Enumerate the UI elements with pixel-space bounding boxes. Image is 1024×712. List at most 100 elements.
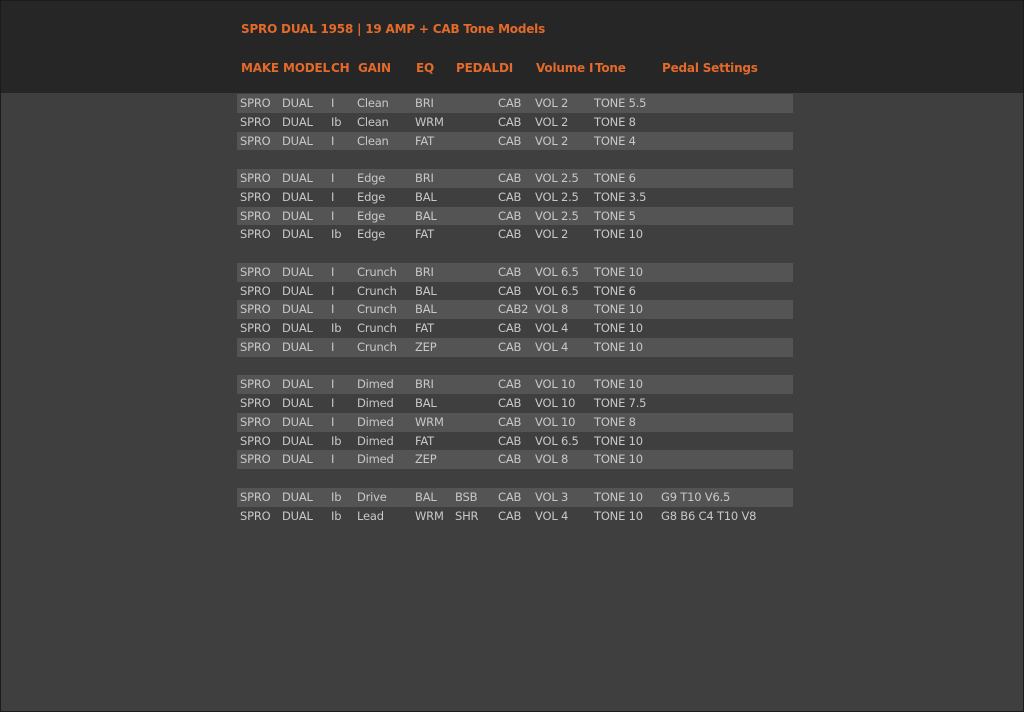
cell-di: CAB bbox=[498, 489, 522, 504]
cell-tone: TONE 10 bbox=[594, 433, 643, 448]
cell-di: CAB bbox=[498, 208, 522, 223]
cell-model: DUAL bbox=[282, 133, 313, 148]
cell-model: DUAL bbox=[282, 396, 313, 410]
table-row: SPRO DUAL I Dimed WRM CAB VOL 10 TONE 8 bbox=[237, 412, 793, 432]
cell-pedal: SHR bbox=[455, 508, 479, 523]
cell-settings: G8 B6 C4 T10 V8 bbox=[661, 508, 757, 523]
cell-eq: BRI bbox=[415, 171, 434, 185]
cell-tone: TONE 4 bbox=[594, 133, 636, 148]
cell-di: CAB bbox=[498, 377, 522, 392]
cell-ch: I bbox=[331, 171, 335, 185]
cell-ch: Ib bbox=[331, 321, 342, 335]
cell-volume: VOL 2 bbox=[535, 227, 569, 242]
cell-model: DUAL bbox=[282, 321, 313, 335]
cell-gain: Edge bbox=[357, 227, 386, 242]
cell-gain: Crunch bbox=[357, 339, 397, 354]
cell-di: CAB bbox=[498, 96, 522, 110]
table-row: SPRO DUAL I Clean BRI CAB VOL 2 TONE 5.5 bbox=[237, 94, 793, 113]
cell-volume: VOL 6.5 bbox=[535, 264, 579, 279]
cell-tone: TONE 3.5 bbox=[594, 189, 647, 204]
cell-tone: TONE 6 bbox=[594, 283, 636, 298]
cell-gain: Dimed bbox=[357, 414, 394, 429]
cell-make: SPRO bbox=[240, 171, 271, 185]
cell-make: SPRO bbox=[240, 208, 271, 223]
cell-di: CAB bbox=[498, 452, 522, 467]
cell-model: DUAL bbox=[282, 96, 313, 110]
cell-gain: Clean bbox=[357, 114, 389, 129]
cell-make: SPRO bbox=[240, 189, 271, 204]
cell-ch: Ib bbox=[331, 489, 342, 504]
spacer-row bbox=[237, 244, 793, 263]
cell-eq: BAL bbox=[415, 302, 437, 317]
cell-model: DUAL bbox=[282, 302, 313, 317]
cell-tone: TONE 10 bbox=[594, 321, 643, 335]
sheet-title: SPRO DUAL 1958 | 19 AMP + CAB Tone Model… bbox=[241, 22, 546, 36]
cell-eq: BAL bbox=[415, 396, 437, 410]
header-make: MAKE bbox=[241, 61, 279, 75]
cell-tone: TONE 7.5 bbox=[594, 396, 647, 410]
cell-eq: BAL bbox=[415, 489, 437, 504]
cell-ch: I bbox=[331, 283, 335, 298]
cell-gain: Crunch bbox=[357, 283, 397, 298]
cell-volume: VOL 2 bbox=[535, 96, 569, 110]
table-row: SPRO DUAL I Dimed BAL CAB VOL 10 TONE 7.5 bbox=[237, 394, 793, 413]
cell-pedal: BSB bbox=[455, 489, 478, 504]
cell-ch: Ib bbox=[331, 433, 342, 448]
cell-tone: TONE 8 bbox=[594, 414, 636, 429]
sheet-header: SPRO DUAL 1958 | 19 AMP + CAB Tone Model… bbox=[1, 1, 1023, 93]
cell-volume: VOL 3 bbox=[535, 489, 569, 504]
cell-ch: I bbox=[331, 452, 335, 467]
cell-di: CAB bbox=[498, 227, 522, 242]
cell-make: SPRO bbox=[240, 396, 271, 410]
cell-di: CAB bbox=[498, 396, 522, 410]
cell-di: CAB bbox=[498, 189, 522, 204]
cell-eq: BRI bbox=[415, 96, 434, 110]
header-gain: GAIN bbox=[358, 61, 391, 75]
cell-gain: Crunch bbox=[357, 264, 397, 279]
cell-ch: I bbox=[331, 208, 335, 223]
table-row: SPRO DUAL Ib Dimed FAT CAB VOL 6.5 TONE 10 bbox=[237, 432, 793, 451]
table-row: SPRO DUAL Ib Crunch FAT CAB VOL 4 TONE 10 bbox=[237, 319, 793, 338]
cell-make: SPRO bbox=[240, 433, 271, 448]
cell-make: SPRO bbox=[240, 321, 271, 335]
cell-ch: I bbox=[331, 133, 335, 148]
cell-eq: FAT bbox=[415, 433, 434, 448]
cell-make: SPRO bbox=[240, 133, 271, 148]
cell-volume: VOL 4 bbox=[535, 508, 569, 523]
cell-volume: VOL 10 bbox=[535, 396, 576, 410]
spacer-row bbox=[237, 357, 793, 376]
cell-make: SPRO bbox=[240, 414, 271, 429]
cell-tone: TONE 10 bbox=[594, 452, 643, 467]
cell-eq: BAL bbox=[415, 189, 437, 204]
cell-volume: VOL 2.5 bbox=[535, 208, 579, 223]
cell-model: DUAL bbox=[282, 208, 313, 223]
cell-make: SPRO bbox=[240, 377, 271, 392]
table-row: SPRO DUAL I Edge BAL CAB VOL 2.5 TONE 5 bbox=[237, 206, 793, 226]
cell-eq: BRI bbox=[415, 377, 434, 392]
cell-eq: ZEP bbox=[415, 339, 437, 354]
cell-gain: Edge bbox=[357, 171, 386, 185]
table-row: SPRO DUAL Ib Lead WRM SHR CAB VOL 4 TONE 10 G8 B6… bbox=[237, 507, 793, 526]
cell-tone: TONE 10 bbox=[594, 489, 643, 504]
cell-model: DUAL bbox=[282, 489, 313, 504]
cell-model: DUAL bbox=[282, 433, 313, 448]
cell-model: DUAL bbox=[282, 377, 313, 392]
table-row: SPRO DUAL I Crunch ZEP CAB VOL 4 TONE 10 bbox=[237, 337, 793, 357]
cell-tone: TONE 10 bbox=[594, 227, 643, 242]
tone-model-table: SPRO DUAL I Clean BRI CAB VOL 2 TONE 5.5 SPRO DUA… bbox=[237, 94, 793, 525]
cell-gain: Drive bbox=[357, 489, 387, 504]
cell-ch: I bbox=[331, 189, 335, 204]
cell-tone: TONE 10 bbox=[594, 377, 643, 392]
header-tone: Tone bbox=[595, 61, 626, 75]
cell-volume: VOL 10 bbox=[535, 377, 576, 392]
cell-di: CAB bbox=[498, 264, 522, 279]
cell-gain: Lead bbox=[357, 508, 384, 523]
cell-gain: Clean bbox=[357, 96, 389, 110]
cell-volume: VOL 6.5 bbox=[535, 433, 579, 448]
cell-gain: Dimed bbox=[357, 377, 394, 392]
cell-tone: TONE 5.5 bbox=[594, 96, 647, 110]
header-pedal-settings: Pedal Settings bbox=[662, 61, 758, 75]
cell-model: DUAL bbox=[282, 114, 313, 129]
header-di: DI bbox=[499, 61, 514, 75]
header-pedal: PEDAL bbox=[456, 61, 499, 75]
